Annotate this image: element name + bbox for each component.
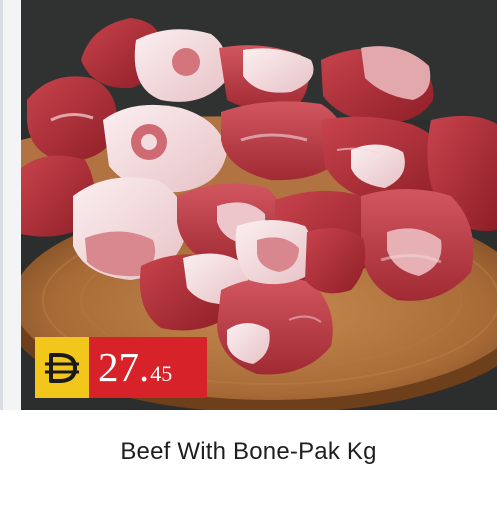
product-title[interactable]: Beef With Bone-Pak Kg <box>0 438 497 466</box>
product-card[interactable]: 27. 45 Beef With Bone-Pak Kg <box>0 0 497 512</box>
currency-badge <box>35 337 89 398</box>
price-value: 27. 45 <box>89 337 207 398</box>
adjacent-card-edge <box>0 0 21 410</box>
price-tag: 27. 45 <box>35 337 207 398</box>
price-decimal: 45 <box>150 361 173 386</box>
price-integer: 27. <box>98 344 150 390</box>
dirham-symbol-icon <box>45 352 79 383</box>
card-divider <box>0 0 3 410</box>
